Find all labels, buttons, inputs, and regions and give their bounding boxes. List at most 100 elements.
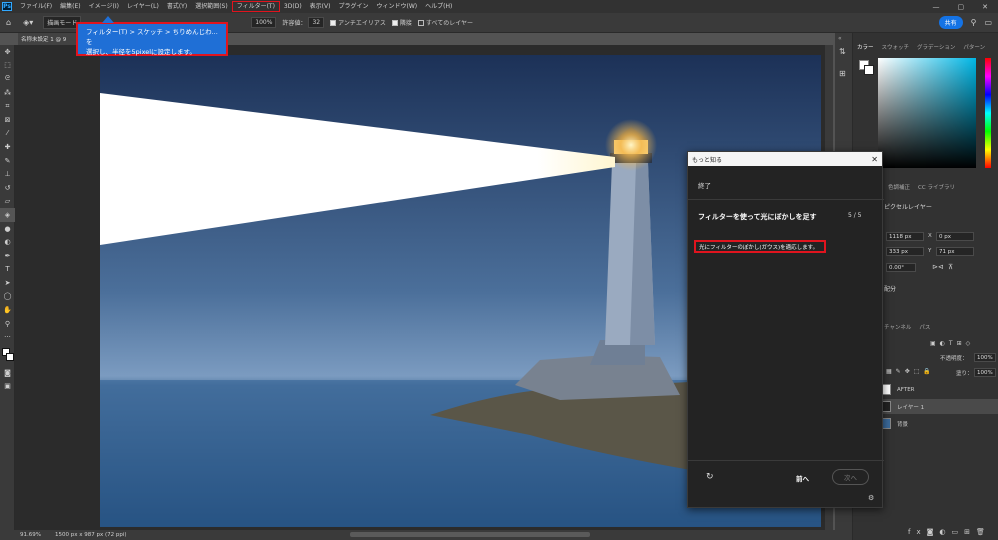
background-color-swatch[interactable] <box>864 65 874 75</box>
move-tool-icon[interactable]: ✥ <box>0 45 15 59</box>
eraser-tool-icon[interactable]: ▱ <box>0 195 15 209</box>
color-swatches-icon[interactable] <box>0 344 15 366</box>
opacity-field[interactable]: 100% <box>251 17 277 28</box>
x-field[interactable]: 0 px <box>936 232 974 241</box>
maximize-icon[interactable]: ▢ <box>958 3 965 11</box>
layer-row-layer1[interactable]: レイヤー 1 <box>878 399 998 414</box>
tab-adjustments[interactable]: 色調補正 <box>888 183 910 191</box>
shape-tool-icon[interactable]: ◯ <box>0 290 15 304</box>
more-tools-icon[interactable]: ··· <box>0 330 15 344</box>
marquee-tool-icon[interactable]: ⬚ <box>0 59 15 73</box>
document-info[interactable]: 1500 px x 987 px (72 ppi) <box>55 532 127 538</box>
menu-view[interactable]: 表示(V) <box>306 0 335 13</box>
layer-fill-field[interactable]: 100% <box>974 368 996 377</box>
menu-help[interactable]: ヘルプ(H) <box>421 0 456 13</box>
done-link[interactable]: 終了 <box>698 180 711 190</box>
callout-line-2: 選択し、半径を5pixelに設定します。 <box>86 48 196 56</box>
color-picker-field[interactable] <box>878 58 976 168</box>
angle-field[interactable]: 0.00° <box>886 263 916 272</box>
paint-bucket-tool-icon[interactable]: ◈▾ <box>23 18 33 27</box>
layer-actions-icons[interactable]: fx◙◐▭⊞🗑 <box>908 528 991 536</box>
lasso-tool-icon[interactable]: ᘓ <box>0 72 15 86</box>
y-field[interactable]: 71 px <box>936 247 974 256</box>
contiguous-checkbox[interactable]: 隣接 <box>391 18 412 27</box>
document-tab[interactable]: 名称未設定 1 @ 9 <box>18 33 78 45</box>
width-field[interactable]: 1118 px <box>886 232 924 241</box>
hue-slider[interactable] <box>985 58 991 168</box>
menu-file[interactable]: ファイル(F) <box>16 0 56 13</box>
pen-tool-icon[interactable]: ✒ <box>0 249 15 263</box>
minimize-icon[interactable]: — <box>933 3 940 11</box>
dialog-titlebar: もっと知る ✕ <box>688 152 882 166</box>
layer-filter-icons[interactable]: ▣◐T⊞◇ <box>930 340 974 347</box>
search-icon[interactable]: ⚲ <box>971 18 977 27</box>
layer-row-after[interactable]: AFTER <box>878 382 998 397</box>
all-layers-checkbox[interactable]: すべてのレイヤー <box>417 18 473 27</box>
contiguous-label: 隣接 <box>399 20 412 27</box>
menu-window[interactable]: ウィンドウ(W) <box>372 0 421 13</box>
healing-tool-icon[interactable]: ✚ <box>0 140 15 154</box>
layer-name: 背景 <box>897 421 909 428</box>
quick-mask-icon[interactable]: ◙ <box>0 366 15 380</box>
menu-layer[interactable]: レイヤー(L) <box>123 0 163 13</box>
next-button[interactable]: 次へ <box>832 469 869 485</box>
path-selection-tool-icon[interactable]: ➤ <box>0 276 15 290</box>
screen-mode-icon[interactable]: ▣ <box>0 380 15 394</box>
tolerance-field[interactable]: 32 <box>308 17 325 28</box>
menu-image[interactable]: イメージ(I) <box>85 0 123 13</box>
lock-icons[interactable]: ▦✎✥⬚🔒 <box>886 368 935 375</box>
tab-channels[interactable]: チャンネル <box>884 323 911 331</box>
height-field[interactable]: 333 px <box>886 247 924 256</box>
magic-wand-tool-icon[interactable]: ⁂ <box>0 86 15 100</box>
frame-tool-icon[interactable]: ⊠ <box>0 113 15 127</box>
fill-label: 塗り： <box>956 371 973 377</box>
blur-tool-icon[interactable]: ● <box>0 222 15 236</box>
zoom-tool-icon[interactable]: ⚲ <box>0 317 15 331</box>
type-tool-icon[interactable]: T <box>0 263 15 277</box>
close-window-icon[interactable]: ✕ <box>982 3 988 11</box>
antialias-checkbox[interactable]: アンチエイリアス <box>330 18 386 27</box>
menu-type[interactable]: 書式(Y) <box>163 0 191 13</box>
tab-color[interactable]: カラー <box>857 43 874 51</box>
properties-panel-icon[interactable]: ⊞ <box>839 69 846 78</box>
history-brush-tool-icon[interactable]: ↺ <box>0 181 15 195</box>
menu-filter[interactable]: フィルター(T) <box>231 1 280 12</box>
menu-select[interactable]: 選択範囲(S) <box>191 0 232 13</box>
layer-row-background[interactable]: 背景 <box>878 416 998 431</box>
menu-plugins[interactable]: プラグイン <box>334 0 372 13</box>
checkbox-icon <box>391 19 398 26</box>
flip-horizontal-icon[interactable]: ⊳⊲ <box>932 263 944 271</box>
home-icon[interactable]: ⌂ <box>6 18 11 27</box>
step-title: フィルターを使って光にぼかしを足す <box>698 213 817 221</box>
tab-swatches[interactable]: スウォッチ <box>882 43 910 51</box>
antialias-label: アンチエイリアス <box>338 20 386 27</box>
tab-paths[interactable]: パス <box>919 323 930 331</box>
menu-edit[interactable]: 編集(E) <box>56 0 84 13</box>
tab-patterns[interactable]: パターン <box>963 43 985 51</box>
gear-icon[interactable]: ⚙ <box>868 494 874 502</box>
share-button[interactable]: 共有 <box>938 16 963 29</box>
hand-tool-icon[interactable]: ✋ <box>0 303 15 317</box>
brush-tool-icon[interactable]: ✎ <box>0 154 15 168</box>
dodge-tool-icon[interactable]: ◐ <box>0 235 15 249</box>
flip-vertical-icon[interactable]: ⊼ <box>948 263 953 271</box>
restart-icon[interactable]: ↻ <box>706 472 714 482</box>
eyedropper-tool-icon[interactable]: ⁄ <box>0 127 15 141</box>
tab-cc-libraries[interactable]: CC ライブラリ <box>918 183 955 191</box>
zoom-level[interactable]: 91.69% <box>20 532 41 538</box>
close-icon[interactable]: ✕ <box>871 155 878 164</box>
step-instruction: 光にフィルターのぼかし(ガウス)を適応します。 <box>694 240 826 253</box>
workspace-icon[interactable]: ▭ <box>984 18 992 27</box>
horizontal-scrollbar[interactable] <box>350 532 590 537</box>
collapse-panels-icon[interactable]: « <box>838 35 842 42</box>
layer-opacity-field[interactable]: 100% <box>974 353 996 362</box>
layer-thumbnail <box>882 384 891 395</box>
menu-3d[interactable]: 3D(D) <box>280 0 306 13</box>
history-panel-icon[interactable]: ⇅ <box>839 47 846 56</box>
previous-button[interactable]: 前へ <box>796 473 809 483</box>
stamp-tool-icon[interactable]: ⊥ <box>0 167 15 181</box>
paint-bucket-tool-icon[interactable]: ◈ <box>0 208 15 222</box>
crop-tool-icon[interactable]: ⌗ <box>0 99 15 113</box>
callout-arrow <box>102 16 114 23</box>
tab-gradients[interactable]: グラデーション <box>917 43 955 51</box>
